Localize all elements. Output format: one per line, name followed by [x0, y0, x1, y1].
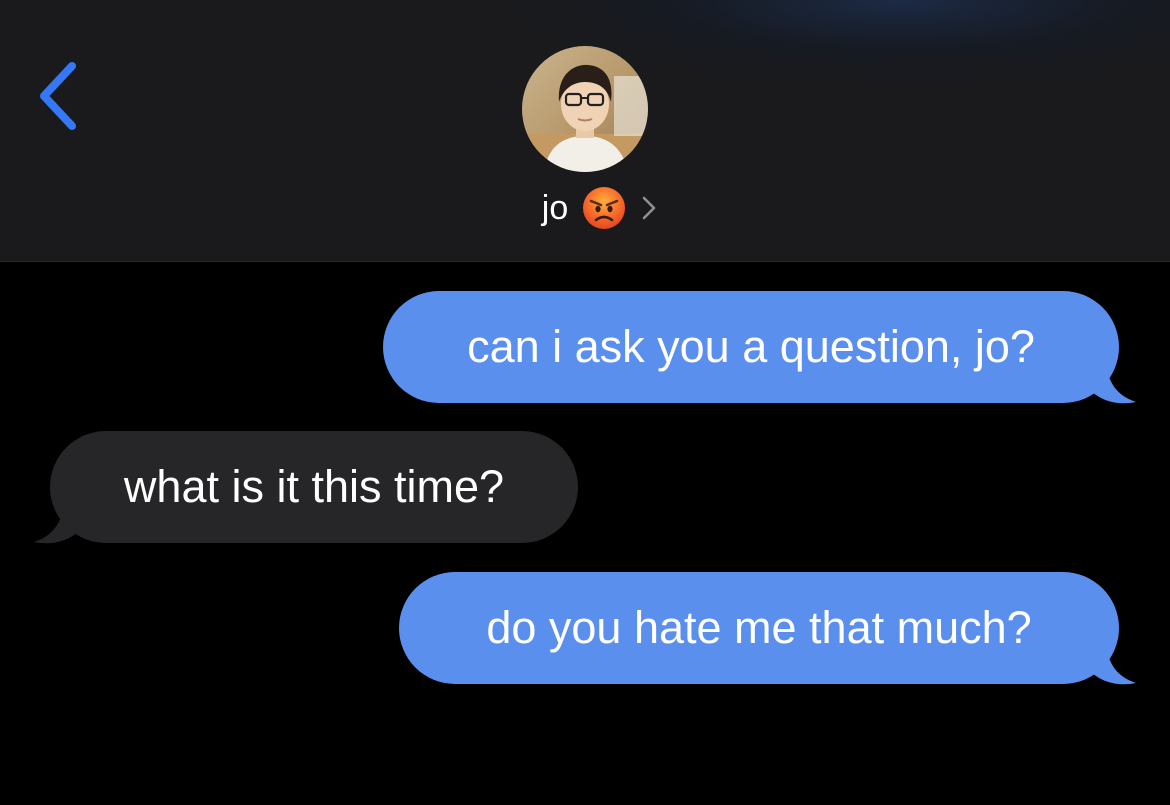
conversation-header: jo — [0, 0, 1170, 262]
chevron-right-icon — [642, 196, 656, 220]
chevron-left-icon — [40, 62, 76, 130]
angry-face-icon — [583, 187, 626, 229]
contact-name: jo — [541, 189, 569, 227]
message-text: what is it this time? — [123, 461, 505, 512]
back-button[interactable] — [28, 58, 88, 136]
avatar-photo — [522, 46, 648, 172]
message-bubble-sent[interactable]: can i ask you a question, jo? — [383, 291, 1119, 403]
message-bubble-received[interactable]: what is it this time? — [50, 431, 578, 543]
contact-avatar[interactable] — [522, 46, 648, 172]
contact-name-row[interactable]: jo — [0, 182, 1170, 234]
message-text: do you hate me that much? — [486, 602, 1032, 653]
messages-screen: jo can i ask you a question, jo? what is… — [0, 0, 1170, 805]
message-bubble-sent[interactable]: do you hate me that much? — [399, 572, 1119, 684]
message-text: can i ask you a question, jo? — [467, 321, 1035, 372]
